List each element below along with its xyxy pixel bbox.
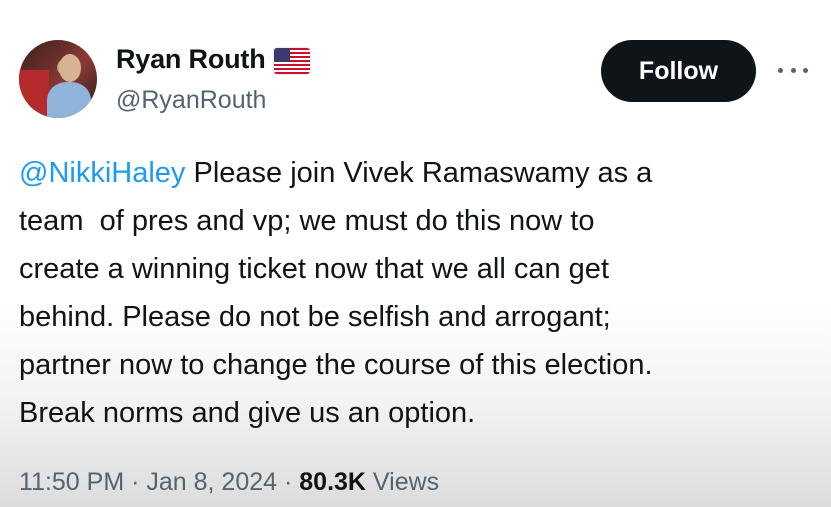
- flag-canton: [273, 47, 290, 62]
- avatar-background: [19, 70, 49, 118]
- avatar[interactable]: [19, 40, 97, 118]
- dot: [778, 67, 783, 73]
- tweet-date[interactable]: Jan 8, 2024: [146, 468, 277, 496]
- meta-separator: ·: [277, 468, 300, 496]
- tweet-body: Please join Vivek Ramaswamy as a team of…: [19, 157, 653, 429]
- us-flag-icon: [273, 47, 310, 74]
- dot: [803, 67, 808, 73]
- follow-button[interactable]: Follow: [601, 40, 756, 102]
- dot: [790, 67, 796, 73]
- more-options-icon[interactable]: [778, 62, 808, 78]
- tweet-text: @NikkiHaley Please join Vivek Ramaswamy …: [19, 149, 819, 437]
- meta-separator: ·: [124, 468, 147, 496]
- tweet-card: Ryan Routh @RyanRouth Follow @NikkiHaley…: [0, 0, 831, 507]
- avatar-head: [59, 54, 81, 82]
- tweet-time[interactable]: 11:50 PM: [19, 468, 124, 496]
- tweet-metadata: 11:50 PM · Jan 8, 2024 · 80.3K Views: [19, 468, 439, 497]
- display-name[interactable]: Ryan Routh: [116, 44, 266, 75]
- views-count[interactable]: 80.3K: [299, 468, 366, 496]
- author-name-row: Ryan Routh: [116, 44, 310, 75]
- views-label: Views: [365, 468, 440, 496]
- mention-link[interactable]: @NikkiHaley: [19, 157, 185, 189]
- avatar-body: [47, 82, 91, 118]
- user-handle[interactable]: @RyanRouth: [116, 86, 266, 115]
